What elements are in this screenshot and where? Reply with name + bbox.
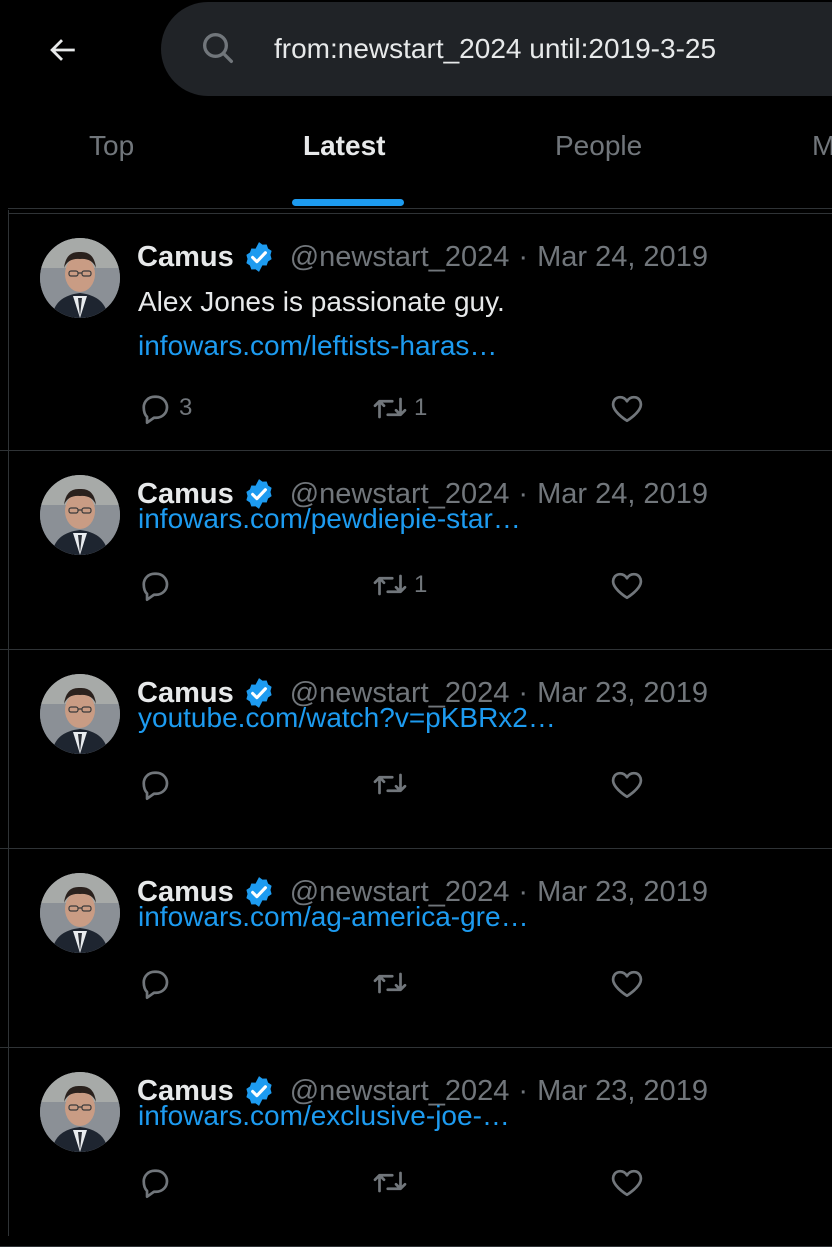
tweet-actions <box>0 963 832 1003</box>
tweet-actions: 1 <box>0 565 832 605</box>
heart-icon <box>611 1169 643 1197</box>
avatar-photo-icon <box>40 674 120 754</box>
retweet-button[interactable] <box>372 1162 414 1202</box>
reply-count: 3 <box>179 394 193 421</box>
verified-badge-icon <box>246 242 272 272</box>
like-button[interactable] <box>609 764 651 804</box>
reply-button[interactable] <box>137 963 179 1003</box>
tweet-text: Alex Jones is passionate guy. <box>138 286 505 317</box>
tweet-link[interactable]: infowars.com/pewdiepie-star… <box>138 503 521 535</box>
reply-icon <box>142 970 169 1000</box>
search-icon <box>203 33 233 63</box>
tweet-actions: 3 1 <box>0 388 832 428</box>
tweet-date[interactable]: Mar 23, 2019 <box>537 677 708 710</box>
tab-more[interactable]: M <box>812 130 832 180</box>
heart-icon <box>611 572 643 600</box>
reply-icon <box>142 395 169 425</box>
tweet-actions <box>0 1162 832 1202</box>
tweet-link[interactable]: infowars.com/exclusive-joe-… <box>138 1100 510 1132</box>
retweet-icon <box>373 1171 407 1193</box>
retweet-button[interactable] <box>372 963 414 1003</box>
retweet-icon <box>373 397 407 419</box>
retweet-icon <box>373 972 407 994</box>
tweet[interactable]: Camus @newstart_2024 · Mar 24, 2019 info… <box>0 451 832 650</box>
avatar[interactable] <box>40 475 120 555</box>
avatar[interactable] <box>40 674 120 754</box>
retweet-button[interactable]: 1 <box>372 388 427 428</box>
retweet-button[interactable]: 1 <box>372 565 427 605</box>
reply-button[interactable] <box>137 1162 179 1202</box>
active-tab-indicator <box>292 199 404 206</box>
avatar-photo-icon <box>40 238 120 318</box>
tweet[interactable]: Camus @newstart_2024 · Mar 23, 2019 info… <box>0 849 832 1048</box>
separator-dot: · <box>518 240 529 273</box>
search-input[interactable] <box>274 26 814 72</box>
search-header: Top Latest People M <box>0 0 832 210</box>
retweet-icon <box>373 574 407 596</box>
tweet-feed: Camus @newstart_2024 · Mar 24, 2019 Alex… <box>0 214 832 1247</box>
tweet-link[interactable]: infowars.com/ag-america-gre… <box>138 901 529 933</box>
like-button[interactable] <box>609 388 651 428</box>
header-divider <box>8 208 832 209</box>
tweet[interactable]: Camus @newstart_2024 · Mar 23, 2019 info… <box>0 1048 832 1247</box>
avatar-photo-icon <box>40 1072 120 1152</box>
tweet[interactable]: Camus @newstart_2024 · Mar 24, 2019 Alex… <box>0 214 832 451</box>
retweet-count: 1 <box>414 571 428 598</box>
retweet-icon <box>373 773 407 795</box>
like-button[interactable] <box>609 963 651 1003</box>
tweet-date[interactable]: Mar 24, 2019 <box>537 478 708 511</box>
avatar[interactable] <box>40 238 120 318</box>
avatar[interactable] <box>40 873 120 953</box>
reply-icon <box>142 572 169 602</box>
reply-button[interactable] <box>137 565 179 605</box>
display-name[interactable]: Camus <box>137 241 234 274</box>
heart-icon <box>611 970 643 998</box>
tweet-header: Camus @newstart_2024 · Mar 24, 2019 <box>137 240 708 274</box>
like-button[interactable] <box>609 1162 651 1202</box>
back-arrow-icon <box>50 39 75 61</box>
avatar-photo-icon <box>40 475 120 555</box>
tab-latest[interactable]: Latest <box>303 130 385 180</box>
tweet-date[interactable]: Mar 23, 2019 <box>537 876 708 909</box>
tab-people[interactable]: People <box>555 130 642 180</box>
tweet-link[interactable]: youtube.com/watch?v=pKBRx2… <box>138 702 556 734</box>
reply-icon <box>142 771 169 801</box>
tweet[interactable]: Camus @newstart_2024 · Mar 23, 2019 yout… <box>0 650 832 849</box>
reply-icon <box>142 1169 169 1199</box>
tab-top[interactable]: Top <box>89 130 134 180</box>
tweet-link[interactable]: infowars.com/leftists-haras… <box>138 330 497 362</box>
reply-button[interactable]: 3 <box>137 388 192 428</box>
retweet-button[interactable] <box>372 764 414 804</box>
retweet-count: 1 <box>414 394 428 421</box>
avatar-photo-icon <box>40 873 120 953</box>
separator-dot: · <box>518 1074 529 1107</box>
tweet-date[interactable]: Mar 24, 2019 <box>537 241 708 274</box>
tweet-actions <box>0 764 832 804</box>
like-button[interactable] <box>609 565 651 605</box>
heart-icon <box>611 771 643 799</box>
reply-button[interactable] <box>137 764 179 804</box>
back-button[interactable] <box>40 28 84 72</box>
user-handle[interactable]: @newstart_2024 <box>290 241 510 274</box>
heart-icon <box>611 395 643 423</box>
avatar[interactable] <box>40 1072 120 1152</box>
tweet-date[interactable]: Mar 23, 2019 <box>537 1075 708 1108</box>
